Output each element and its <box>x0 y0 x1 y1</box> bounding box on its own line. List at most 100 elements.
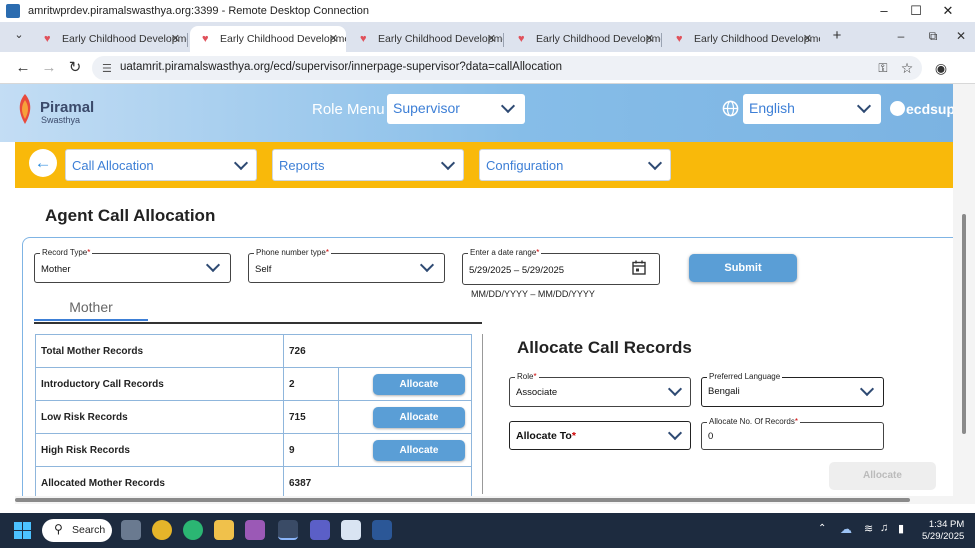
app-header: Piramal Swasthya Role Menu : Supervisor … <box>0 84 963 142</box>
menu-call-allocation[interactable]: Call Allocation <box>65 149 257 181</box>
tab-close-icon[interactable]: ✕ <box>803 32 812 45</box>
edge-icon[interactable] <box>183 520 203 540</box>
remote-desktop-taskbar-icon[interactable] <box>278 520 298 540</box>
menu-reports[interactable]: Reports <box>272 149 464 181</box>
teams-icon[interactable] <box>310 520 330 540</box>
allocate-cell: Allocate <box>338 400 472 434</box>
allocate-cell: Allocate <box>338 433 472 467</box>
chevron-down-icon <box>859 381 875 397</box>
taskbar-search[interactable]: ⚲ Search <box>42 519 112 542</box>
cloud-icon[interactable]: ☁ <box>840 522 852 536</box>
allocate-low-risk-button[interactable]: Allocate <box>373 406 465 428</box>
tab-close-icon[interactable]: ✕ <box>487 32 496 45</box>
chevron-down-icon <box>419 257 435 273</box>
allocate-high-risk-button[interactable]: Allocate <box>373 439 465 461</box>
date-format-hint: MM/DD/YYYY – MM/DD/YYYY <box>471 289 595 299</box>
role-label: Role* <box>515 372 539 381</box>
vertical-scrollbar-thumb[interactable] <box>962 214 966 434</box>
menu-configuration[interactable]: Configuration <box>479 149 671 181</box>
close-icon[interactable]: ✕ <box>940 3 956 19</box>
record-type-select[interactable]: Record Type* Mother <box>34 248 231 283</box>
tab-favicon-icon: ♥ <box>360 33 367 45</box>
tray-chevron-icon[interactable]: ⌃ <box>818 523 826 534</box>
battery-icon[interactable]: ▮ <box>898 522 904 535</box>
tab-close-icon[interactable]: ✕ <box>171 32 180 45</box>
tab-mother[interactable]: Mother <box>34 297 148 321</box>
browser-tab[interactable]: ♥ Early Childhood Developme ✕ <box>664 26 820 52</box>
tray-clock[interactable]: 1:34 PM 5/29/2025 <box>922 519 964 543</box>
date-range-input[interactable]: Enter a date range* 5/29/2025 – 5/29/202… <box>462 248 660 285</box>
record-value: 2 <box>283 367 339 401</box>
calendar-icon[interactable] <box>632 260 646 275</box>
forward-arrow-icon[interactable]: → <box>40 59 58 77</box>
globe-icon <box>722 100 739 117</box>
browser-tab[interactable]: ♥ Early Childhood Developme ✕ <box>506 26 662 52</box>
phone-number-type-select[interactable]: Phone number type* Self <box>248 248 445 283</box>
reload-icon[interactable]: ↻ <box>66 59 84 77</box>
table-row: Introductory Call Records 2 Allocate <box>35 367 472 401</box>
role-value: Associate <box>516 387 558 398</box>
preferred-language-select[interactable]: Preferred Language Bengali <box>701 372 884 407</box>
no-of-records-input[interactable]: Allocate No. Of Records* 0 <box>701 417 884 450</box>
profile-icon[interactable]: ◉ <box>932 59 950 77</box>
close-icon[interactable]: ✕ <box>952 27 970 45</box>
tab-separator <box>187 33 188 47</box>
allocate-submit-button[interactable]: Allocate <box>829 462 936 490</box>
back-button[interactable]: ← <box>29 149 57 177</box>
back-arrow-icon[interactable]: ← <box>14 59 32 77</box>
record-label: Total Mother Records <box>35 334 284 368</box>
chevron-down-icon <box>205 257 221 273</box>
vertical-scrollbar[interactable] <box>953 84 975 504</box>
maximize-icon[interactable]: ☐ <box>908 3 924 19</box>
user-avatar-icon[interactable] <box>890 101 905 116</box>
url-input[interactable]: ☰ uatamrit.piramalswasthya.org/ecd/super… <box>92 56 922 80</box>
role-menu-select[interactable]: Supervisor <box>387 94 525 124</box>
wifi-icon[interactable]: ≋ <box>864 522 873 535</box>
date-range-label: Enter a date range* <box>468 248 542 257</box>
record-value: 9 <box>283 433 339 467</box>
password-key-icon[interactable]: ⚿ <box>874 59 892 77</box>
horizontal-scrollbar-thumb[interactable] <box>15 498 910 502</box>
chevron-down-icon <box>500 98 516 114</box>
submit-button[interactable]: Submit <box>689 254 797 282</box>
windows-start-icon[interactable] <box>14 522 31 539</box>
minimize-icon[interactable]: – <box>892 27 910 45</box>
chrome-icon[interactable] <box>152 520 172 540</box>
restore-icon[interactable]: ⧉ <box>924 27 942 45</box>
browser-tab-label: Early Childhood Developme <box>62 33 188 45</box>
minimize-icon[interactable]: – <box>876 3 892 19</box>
tray-time: 1:34 PM <box>928 519 965 530</box>
remote-desktop-icon <box>6 4 20 18</box>
site-settings-icon[interactable]: ☰ <box>102 62 112 75</box>
file-explorer-icon[interactable] <box>214 520 234 540</box>
logo-subtitle: Swasthya <box>41 115 81 125</box>
record-value: 715 <box>283 400 339 434</box>
tab-close-icon[interactable]: ✕ <box>329 32 338 45</box>
browser-tab[interactable]: ♥ Early Childhood Developme ✕ <box>348 26 504 52</box>
menu-reports-label: Reports <box>279 158 325 173</box>
language-select[interactable]: English <box>743 94 881 124</box>
role-select[interactable]: Role* Associate <box>509 372 691 407</box>
bookmark-star-icon[interactable]: ☆ <box>898 59 916 77</box>
tab-search-icon[interactable]: ⌄ <box>10 26 28 44</box>
new-tab-icon[interactable]: + <box>828 27 846 45</box>
browser-tab-active[interactable]: ♥ Early Childhood Developme ✕ <box>190 26 346 52</box>
url-text: uatamrit.piramalswasthya.org/ecd/supervi… <box>120 61 563 73</box>
table-row: Allocated Mother Records 6387 <box>35 466 472 500</box>
date-range-value: 5/29/2025 – 5/29/2025 <box>469 265 565 276</box>
task-view-icon[interactable] <box>121 520 141 540</box>
allocate-to-select[interactable]: Allocate To* <box>509 421 691 450</box>
record-value: 726 <box>283 334 472 368</box>
allocate-introductory-button[interactable]: Allocate <box>373 373 465 395</box>
volume-icon[interactable]: ♫ <box>880 522 888 534</box>
logo-name: Piramal <box>40 99 95 116</box>
horizontal-scrollbar[interactable] <box>15 496 953 504</box>
table-row: High Risk Records 9 Allocate <box>35 433 472 467</box>
tab-favicon-icon: ♥ <box>44 33 51 45</box>
tab-close-icon[interactable]: ✕ <box>645 32 654 45</box>
tab-favicon-icon: ♥ <box>676 33 683 45</box>
word-icon[interactable] <box>372 520 392 540</box>
browser-tab[interactable]: ♥ Early Childhood Developme ✕ <box>32 26 188 52</box>
app-icon[interactable] <box>245 520 265 540</box>
notepad-icon[interactable] <box>341 520 361 540</box>
